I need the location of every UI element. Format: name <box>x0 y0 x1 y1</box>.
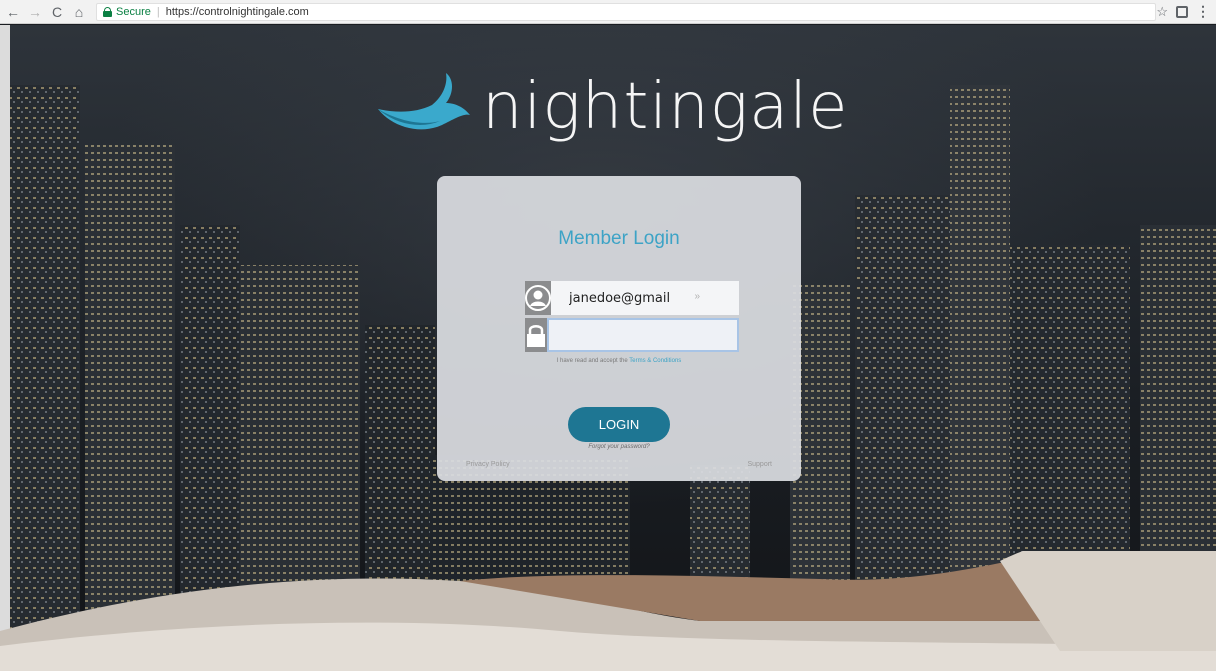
menu-icon[interactable]: ⋮ <box>1196 3 1210 20</box>
reload-icon: C <box>51 3 63 20</box>
forgot-password-link[interactable]: Forgot your password? <box>437 444 801 450</box>
username-input[interactable] <box>551 281 739 315</box>
password-row <box>525 318 739 352</box>
url-text[interactable]: https://controlnightingale.com <box>166 6 309 18</box>
extension-icon[interactable] <box>1176 5 1188 18</box>
bird-logo-icon <box>378 73 470 130</box>
back-button[interactable]: ← <box>4 3 22 21</box>
forward-button[interactable]: → <box>26 3 44 21</box>
privacy-policy-link[interactable]: Privacy Policy <box>466 461 510 468</box>
home-button[interactable]: ⌂ <box>70 3 88 21</box>
lock-icon <box>103 6 112 17</box>
bookmark-star-icon[interactable]: ☆ <box>1156 4 1168 20</box>
address-bar[interactable]: Secure | https://controlnightingale.com <box>96 2 1156 21</box>
login-title: Member Login <box>558 228 680 249</box>
nightingale-logo: nightingale <box>372 67 849 147</box>
login-card: Member Login » I have read <box>437 176 801 481</box>
terms-link[interactable]: Terms & Conditions <box>629 358 681 364</box>
password-input[interactable] <box>547 318 739 352</box>
secure-label: Secure <box>116 5 151 18</box>
home-icon: ⌂ <box>74 3 84 20</box>
logo-text: nightingale <box>482 70 849 144</box>
arrow-right-icon: → <box>28 3 42 20</box>
autofill-chevron-icon: » <box>694 291 700 302</box>
page-background: nightingale Member Login » <box>0 25 1216 671</box>
bed-blanket-image <box>0 551 1216 671</box>
user-icon <box>525 281 551 315</box>
browser-toolbar: ← → C ⌂ Secure | https://controlnighting… <box>0 0 1216 24</box>
username-row: » <box>525 281 739 315</box>
support-link[interactable]: Support <box>747 461 772 468</box>
login-button[interactable]: LOGIN <box>568 407 670 442</box>
padlock-icon <box>525 318 547 352</box>
arrow-left-icon: ← <box>6 3 20 20</box>
terms-text: I have read and accept the Terms & Condi… <box>437 358 801 364</box>
terms-prefix: I have read and accept the <box>556 358 630 364</box>
url-separator: | <box>156 5 160 18</box>
reload-button[interactable]: C <box>48 3 66 21</box>
